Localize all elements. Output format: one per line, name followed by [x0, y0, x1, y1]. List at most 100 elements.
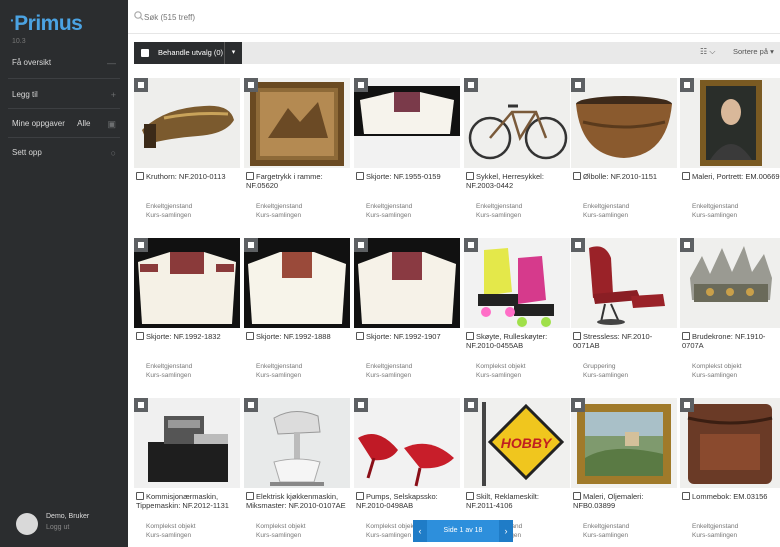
object-thumbnail[interactable]: [134, 238, 240, 328]
object-title[interactable]: Maleri, Portrett: EM.00669: [682, 172, 780, 181]
sidebar-item-tasks[interactable]: Mine oppgaver Alle ▣: [0, 113, 128, 135]
sort-dropdown[interactable]: Sortere på ▾: [733, 47, 774, 56]
select-checkbox[interactable]: [680, 398, 694, 412]
object-icon: [356, 172, 364, 180]
sidebar-item-overview[interactable]: Få oversikt —: [0, 52, 128, 74]
object-title[interactable]: Maleri, Oljemaleri: NFB0.03899: [573, 492, 677, 510]
object-title[interactable]: Skjorte: NF.1955-0159: [356, 172, 460, 181]
select-checkbox[interactable]: [354, 238, 368, 252]
object-thumbnail[interactable]: [354, 238, 460, 328]
divider: [8, 108, 120, 109]
object-title[interactable]: Fargetrykk i ramme: NF.05620: [246, 172, 350, 190]
object-icon: [136, 492, 144, 500]
object-title[interactable]: Kruthorn: NF.2010-0113: [136, 172, 240, 181]
next-page-button[interactable]: ›: [499, 520, 513, 542]
object-thumbnail[interactable]: [680, 398, 780, 488]
object-card[interactable]: Skjorte: NF.1992-1907 Enkeltgjenstand Ku…: [354, 238, 460, 390]
object-thumbnail[interactable]: [244, 398, 350, 488]
bulk-action-button[interactable]: Behandle utvalg (0) ▾: [134, 42, 242, 64]
select-checkbox[interactable]: [244, 78, 258, 92]
object-icon: [136, 172, 144, 180]
grid-view-toggle[interactable]: ☷ ⌵: [700, 47, 724, 59]
select-checkbox[interactable]: [354, 78, 368, 92]
object-title[interactable]: Skjorte: NF.1992-1832: [136, 332, 240, 341]
object-thumbnail[interactable]: [354, 398, 460, 488]
app-version: 10.3: [12, 38, 26, 45]
object-thumbnail[interactable]: [134, 398, 240, 488]
avatar[interactable]: [16, 513, 38, 535]
object-thumbnail[interactable]: [354, 78, 460, 168]
select-all-checkbox[interactable]: [141, 49, 149, 57]
object-card[interactable]: Elektrisk kjøkkenmaskin, Miksmaster: NF.…: [244, 398, 350, 547]
object-icon: [466, 492, 474, 500]
previous-page-button[interactable]: ‹: [413, 520, 427, 542]
object-thumbnail[interactable]: [571, 238, 677, 328]
object-type: Enkeltgjenstand: [692, 523, 739, 530]
select-checkbox[interactable]: [680, 238, 694, 252]
object-card[interactable]: Ølbolle: NF.2010-1151 Enkeltgjenstand Ku…: [571, 78, 677, 230]
object-thumbnail[interactable]: [464, 238, 570, 328]
select-checkbox[interactable]: [244, 398, 258, 412]
object-icon: [246, 172, 254, 180]
object-card[interactable]: Brudekrone: NF.1910-0707A Komplekst obje…: [680, 238, 780, 390]
select-checkbox[interactable]: [464, 398, 478, 412]
object-card[interactable]: Skøyte, Rulleskøyter: NF.2010-0455AB Kom…: [464, 238, 570, 390]
object-title[interactable]: Skjorte: NF.1992-1888: [246, 332, 350, 341]
object-thumbnail[interactable]: [134, 78, 240, 168]
object-card[interactable]: Stressless: NF.2010-0071AB Gruppering Ku…: [571, 238, 677, 390]
select-checkbox[interactable]: [244, 238, 258, 252]
object-icon: [246, 332, 254, 340]
object-card[interactable]: Maleri, Oljemaleri: NFB0.03899 Enkeltgje…: [571, 398, 677, 547]
chevron-down-icon: ▾: [770, 47, 774, 56]
select-checkbox[interactable]: [134, 398, 148, 412]
select-checkbox[interactable]: [571, 238, 585, 252]
primus-logo[interactable]: ·Primus: [10, 12, 83, 36]
object-card[interactable]: Skjorte: NF.1992-1888 Enkeltgjenstand Ku…: [244, 238, 350, 390]
object-card[interactable]: Kruthorn: NF.2010-0113 Enkeltgjenstand K…: [134, 78, 240, 230]
object-card[interactable]: Maleri, Portrett: EM.00669 Enkeltgjensta…: [680, 78, 780, 230]
select-checkbox[interactable]: [680, 78, 694, 92]
object-collection: Kurs-samlingen: [256, 372, 302, 379]
sidebar-item-add[interactable]: Legg til +: [0, 84, 128, 106]
logout-link[interactable]: Logg ut: [46, 524, 69, 531]
object-thumbnail[interactable]: [464, 78, 570, 168]
object-thumbnail[interactable]: [571, 398, 677, 488]
select-checkbox[interactable]: [571, 398, 585, 412]
object-title[interactable]: Elektrisk kjøkkenmaskin, Miksmaster: NF.…: [246, 492, 350, 510]
select-checkbox[interactable]: [571, 78, 585, 92]
object-card[interactable]: Skjorte: NF.1955-0159 Enkeltgjenstand Ku…: [354, 78, 460, 230]
user-area[interactable]: Demo, Bruker Logg ut: [0, 509, 128, 547]
object-thumbnail[interactable]: [680, 238, 780, 328]
object-thumbnail[interactable]: HOBBY: [464, 398, 570, 488]
object-title[interactable]: Lommebok: EM.03156: [682, 492, 780, 501]
search-input[interactable]: [144, 8, 744, 26]
select-checkbox[interactable]: [464, 238, 478, 252]
sidebar-item-settings[interactable]: Sett opp ○: [0, 142, 128, 164]
object-title[interactable]: Kommisjonærmaskin, Tippemaskin: NF.2012-…: [136, 492, 240, 510]
select-checkbox[interactable]: [354, 398, 368, 412]
object-title[interactable]: Pumps, Selskapssko: NF.2010-0498AB: [356, 492, 460, 510]
object-card[interactable]: Fargetrykk i ramme: NF.05620 Enkeltgjens…: [244, 78, 350, 230]
object-card[interactable]: Lommebok: EM.03156 Enkeltgjenstand Kurs-…: [680, 398, 780, 547]
object-title[interactable]: Sykkel, Herresykkel: NF.2003-0442: [466, 172, 570, 190]
object-title[interactable]: Brudekrone: NF.1910-0707A: [682, 332, 780, 350]
object-thumbnail[interactable]: [680, 78, 780, 168]
tasks-filter-all[interactable]: Alle: [77, 119, 90, 128]
object-card[interactable]: Skjorte: NF.1992-1832 Enkeltgjenstand Ku…: [134, 238, 240, 390]
object-title[interactable]: Skjorte: NF.1992-1907: [356, 332, 460, 341]
select-checkbox[interactable]: [464, 78, 478, 92]
object-card[interactable]: Sykkel, Herresykkel: NF.2003-0442 Enkelt…: [464, 78, 570, 230]
chevron-down-icon[interactable]: ▾: [224, 42, 242, 64]
object-title[interactable]: Skøyte, Rulleskøyter: NF.2010-0455AB: [466, 332, 570, 350]
object-thumbnail[interactable]: [244, 238, 350, 328]
object-title[interactable]: Stressless: NF.2010-0071AB: [573, 332, 677, 350]
object-thumbnail[interactable]: [571, 78, 677, 168]
select-checkbox[interactable]: [134, 78, 148, 92]
object-icon: [682, 492, 690, 500]
object-card[interactable]: Kommisjonærmaskin, Tippemaskin: NF.2012-…: [134, 398, 240, 547]
object-thumbnail[interactable]: [244, 78, 350, 168]
select-checkbox[interactable]: [134, 238, 148, 252]
object-title[interactable]: Ølbolle: NF.2010-1151: [573, 172, 677, 181]
object-title[interactable]: Skilt, Reklameskilt: NF.2011-4106: [466, 492, 570, 510]
object-type: Enkeltgjenstand: [366, 363, 413, 370]
